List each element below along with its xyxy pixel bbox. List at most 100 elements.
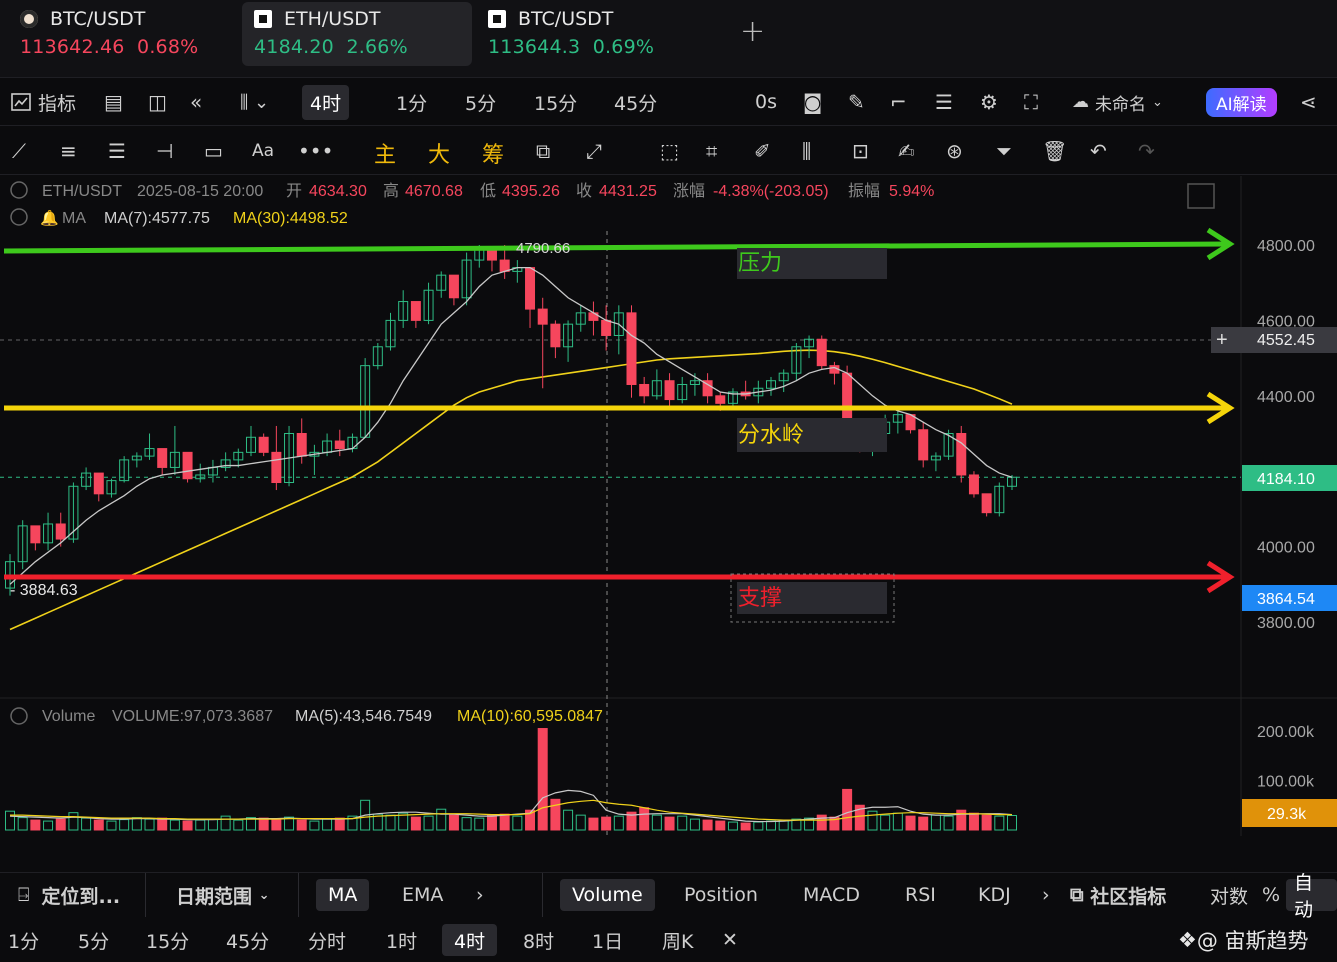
annotation-icon[interactable]: ⬚ (660, 139, 679, 163)
date-range-button[interactable]: 日期范围 ⌄ (176, 879, 270, 911)
interval-1m[interactable]: 1分 (396, 78, 427, 126)
volume-bar (68, 812, 79, 831)
ind-ema[interactable]: EMA (402, 879, 443, 911)
tf-4h[interactable]: 4时 (442, 924, 498, 956)
indicators-button[interactable]: 指标 (10, 78, 76, 126)
countdown: 0s (755, 78, 777, 126)
chevron-right-icon[interactable]: › (476, 879, 484, 911)
indicator-bar: ⍈ 定位到... 日期范围 ⌄ MA EMA › Volume Position… (0, 872, 1337, 921)
redo-icon[interactable]: ↷ (1138, 139, 1155, 163)
volume-bar (271, 818, 282, 831)
ind-rsi[interactable]: RSI (905, 879, 936, 911)
calendar-icon[interactable]: ▤ (104, 78, 123, 126)
layout-name-selector[interactable]: ☁ 未命名 ⌄ (1072, 78, 1163, 126)
locate-button[interactable]: ⍈ 定位到... (18, 879, 120, 911)
log-toggle[interactable]: 对数 (1210, 879, 1248, 911)
tf-45m[interactable]: 45分 (226, 924, 269, 956)
price-chart[interactable]: ETH/USDT 2025-08-15 20:00 开 4634.30 高 46… (0, 176, 1337, 836)
interval-45m[interactable]: 45分 (614, 78, 657, 126)
ai-analysis-button[interactable]: AI解读 (1206, 78, 1277, 126)
big-order-button[interactable]: 大 (428, 137, 450, 169)
ind-ma[interactable]: MA (316, 879, 370, 911)
magnet-icon[interactable]: ⊛ (946, 139, 963, 163)
filter-icon[interactable]: ⏷ (996, 139, 1012, 163)
tab-btc-usdt-1[interactable]: BTC/USDT 113642.46 0.68% (8, 2, 228, 66)
text-icon[interactable]: Aa (252, 141, 274, 161)
main-chip-button[interactable]: 主 (374, 137, 396, 169)
tab-symbol: ETH/USDT (284, 8, 381, 30)
candle-body (55, 523, 66, 540)
settings-icon[interactable]: ⚙ (980, 78, 998, 126)
rectangle-icon[interactable]: ▭ (204, 139, 223, 163)
tf-1h[interactable]: 1时 (386, 924, 417, 956)
tab-change: 0.69% (592, 36, 655, 58)
collapse-ma-icon[interactable] (10, 208, 28, 226)
list-icon[interactable]: ☰ (935, 78, 953, 126)
volume-bar (943, 815, 954, 831)
ind-kdj[interactable]: KDJ (978, 879, 1011, 911)
tf-1d[interactable]: 1日 (592, 924, 623, 956)
tf-8h[interactable]: 8时 (523, 924, 554, 956)
volume-bar (816, 814, 827, 831)
tab-eth-usdt[interactable]: ETH/USDT 4184.20 2.66% (242, 2, 472, 66)
tf-1m[interactable]: 1分 (8, 924, 39, 956)
volume-current: 29.3k (1267, 806, 1307, 823)
camera-icon[interactable]: ◙ (803, 78, 822, 126)
chevron-right-icon[interactable]: › (1042, 879, 1050, 911)
volume-bar (309, 820, 320, 831)
chevron-down-icon: ⌄ (1152, 94, 1163, 110)
interval-5m[interactable]: 5分 (465, 78, 496, 126)
brush-icon[interactable]: ✐ (754, 139, 771, 163)
interval-selector[interactable]: 4时 (302, 78, 350, 126)
volume-bar (385, 814, 396, 831)
bell-icon[interactable]: 🔔 (40, 209, 59, 227)
ma7-label: MA(7):4577.75 (104, 210, 210, 227)
auto-toggle[interactable]: 自动 (1286, 872, 1337, 921)
candle-body (271, 451, 282, 484)
ind-volume[interactable]: Volume (560, 879, 655, 911)
support-label: 支撑 (738, 585, 782, 610)
expand-icon[interactable] (1187, 183, 1215, 209)
trendline-icon[interactable]: ⟋ (12, 139, 26, 163)
ruler-icon[interactable]: ⌗ (706, 139, 717, 163)
ind-position[interactable]: Position (684, 879, 758, 911)
tf-week[interactable]: 周K (662, 924, 693, 956)
community-indicators-button[interactable]: ⧉ 社区指标 (1070, 879, 1166, 911)
tf-5m[interactable]: 5分 (78, 924, 109, 956)
percent-toggle[interactable]: % (1262, 879, 1280, 911)
fullscreen-icon[interactable]: ⛶ (1024, 78, 1038, 126)
horizontal-lines-icon[interactable]: ☰ (108, 139, 126, 163)
tf-15m[interactable]: 15分 (146, 924, 189, 956)
info-time: 2025-08-15 20:00 (137, 183, 263, 200)
measure-icon[interactable]: ⤢ (586, 139, 602, 163)
candle-type-icon[interactable]: ⫼ ⌄ (240, 78, 269, 126)
ind-macd[interactable]: MACD (803, 879, 860, 911)
close-icon[interactable]: ✕ (722, 924, 738, 956)
bars-pattern-icon[interactable]: ⫼ (802, 139, 811, 163)
share-icon[interactable]: ⋖ (1300, 78, 1317, 126)
collapse-icon[interactable] (10, 181, 28, 199)
rewind-icon[interactable]: « (190, 78, 202, 126)
tf-timeline[interactable]: 分时 (308, 924, 346, 956)
chevron-down-icon: ⌄ (258, 887, 270, 903)
info-chg: -4.38%(-203.05) (713, 183, 829, 200)
tab-btc-usdt-2[interactable]: BTC/USDT 113644.3 0.69% (476, 2, 706, 66)
chips-button[interactable]: 筹 (482, 137, 504, 169)
edit-list-icon[interactable]: ✍ (898, 139, 915, 163)
timeframe-bar: 1分 5分 15分 45分 分时 1时 4时 8时 1日 周K ✕ ❖ @ 宙斯趋… (0, 918, 1337, 962)
add-tab-button[interactable]: + (740, 14, 765, 49)
parallel-lines-icon[interactable]: ≡ (60, 139, 77, 163)
tf-label: 1日 (592, 930, 624, 953)
more-tools-icon[interactable]: ••• (298, 139, 333, 163)
pencil-icon[interactable]: ✎ (848, 78, 865, 126)
volume-bar (537, 728, 548, 831)
volume-bar (1007, 814, 1017, 831)
interval-15m[interactable]: 15分 (534, 78, 577, 126)
horizontal-ray-icon[interactable]: ⊣ (156, 139, 173, 163)
compare-icon[interactable]: ⧉ (536, 139, 550, 163)
layout-icon[interactable]: ◫ (148, 78, 167, 126)
crop-icon[interactable]: ⌐ (890, 78, 907, 126)
trash-icon[interactable]: 🗑 (1042, 139, 1067, 163)
undo-icon[interactable]: ↶ (1090, 139, 1107, 163)
lock-icon[interactable]: ⊡ (852, 139, 869, 163)
